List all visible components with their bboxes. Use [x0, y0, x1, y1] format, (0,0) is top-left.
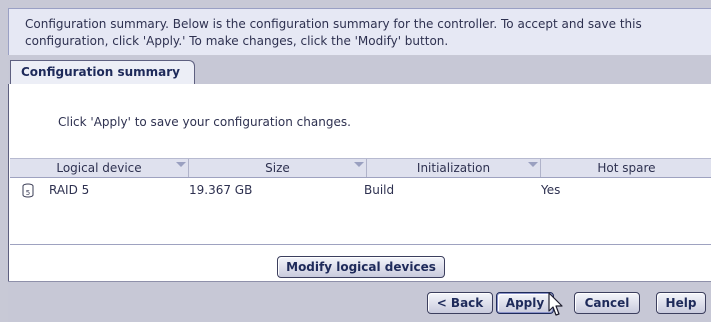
table-divider: [10, 244, 711, 245]
back-button[interactable]: < Back: [427, 292, 493, 314]
table-header: Logical device Size Initialization Hot s…: [10, 158, 711, 178]
sort-arrow-icon: [528, 162, 538, 172]
column-header-logical-device[interactable]: Logical device: [10, 159, 189, 177]
column-label: Hot spare: [597, 161, 656, 175]
disk-raid5-icon: 5: [22, 183, 34, 198]
wizard-footer: < Back Apply Cancel Help: [8, 281, 711, 322]
column-label: Initialization: [416, 161, 491, 175]
table-row[interactable]: 5 RAID 5 19.367 GB Build Yes: [10, 181, 711, 201]
tab-label: Configuration summary: [21, 65, 180, 79]
info-header: Configuration summary. Below is the conf…: [8, 8, 711, 55]
instruction-text: Click 'Apply' to save your configuration…: [58, 115, 351, 129]
column-label: Logical device: [56, 161, 142, 175]
cell-size: 19.367 GB: [189, 183, 253, 197]
cell-hot-spare: Yes: [541, 183, 561, 197]
tab-strip: Configuration summary: [8, 56, 711, 85]
cell-logical-device: RAID 5: [49, 183, 90, 197]
column-header-hot-spare[interactable]: Hot spare: [541, 159, 711, 177]
configuration-summary-panel: Click 'Apply' to save your configuration…: [8, 84, 711, 281]
column-label: Size: [265, 161, 290, 175]
sort-arrow-icon: [354, 162, 364, 172]
configuration-wizard-window: Configuration summary. Below is the conf…: [0, 0, 711, 322]
cancel-button[interactable]: Cancel: [574, 292, 640, 314]
sort-arrow-icon: [176, 162, 186, 172]
header-description: Configuration summary. Below is the conf…: [25, 17, 642, 48]
cell-initialization: Build: [364, 183, 395, 197]
column-header-size[interactable]: Size: [189, 159, 367, 177]
tab-configuration-summary[interactable]: Configuration summary: [10, 60, 195, 85]
svg-text:5: 5: [26, 189, 30, 197]
mouse-pointer-icon: [548, 292, 563, 316]
help-button[interactable]: Help: [656, 292, 706, 314]
apply-button[interactable]: Apply: [496, 292, 554, 314]
modify-logical-devices-button[interactable]: Modify logical devices: [277, 256, 445, 278]
column-header-initialization[interactable]: Initialization: [367, 159, 541, 177]
